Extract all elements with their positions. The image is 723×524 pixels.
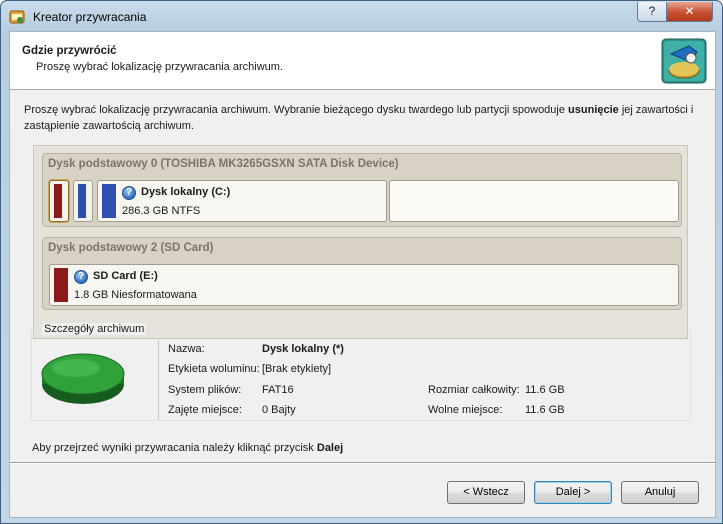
volume-value: [Brak etykiety] bbox=[262, 363, 332, 375]
disk-title: Dysk podstawowy 2 (SD Card) bbox=[48, 242, 214, 254]
volume-label: Etykieta woluminu: bbox=[168, 363, 260, 375]
partition-name: SD Card (E:) bbox=[93, 270, 158, 282]
cancel-button[interactable]: Anuluj bbox=[621, 481, 699, 504]
partition-color-bar bbox=[102, 184, 116, 218]
partition-color-bar bbox=[78, 184, 86, 218]
system-reserved-partition[interactable] bbox=[49, 180, 69, 222]
restore-wizard-icon bbox=[661, 38, 707, 84]
used-space-value: 0 Bajty bbox=[262, 404, 296, 416]
question-icon: ? bbox=[74, 270, 88, 284]
free-space-value: 11.6 GB bbox=[525, 404, 565, 416]
disk-group-2[interactable]: Dysk podstawowy 2 (SD Card) ? SD Card (E… bbox=[42, 237, 682, 310]
partition-info: 286.3 GB NTFS bbox=[122, 205, 201, 217]
archive-details-frame bbox=[31, 329, 691, 421]
partition-color-bar bbox=[54, 268, 68, 302]
help-button[interactable]: ? bbox=[637, 2, 667, 22]
partition-color-bar bbox=[54, 184, 62, 218]
name-label: Nazwa: bbox=[168, 343, 205, 355]
disk-title: Dysk podstawowy 0 (TOSHIBA MK3265GSXN SA… bbox=[48, 158, 399, 170]
close-button[interactable]: ✕ bbox=[666, 2, 713, 22]
total-size-value: 11.6 GB bbox=[525, 384, 565, 396]
disk-group-0[interactable]: Dysk podstawowy 0 (TOSHIBA MK3265GSXN SA… bbox=[42, 153, 682, 227]
back-button[interactable]: < Wstecz bbox=[447, 481, 525, 504]
hint-text: Aby przejrzeć wyniki przywracania należy… bbox=[32, 442, 343, 454]
page-subtitle: Proszę wybrać lokalizację przywracania a… bbox=[36, 61, 283, 73]
filesystem-label: System plików: bbox=[168, 384, 242, 396]
filesystem-value: FAT16 bbox=[262, 384, 294, 396]
partition-c-drive[interactable]: ? Dysk lokalny (C:) 286.3 GB NTFS bbox=[97, 180, 387, 222]
disk-icon bbox=[41, 353, 125, 404]
total-size-label: Rozmiar całkowity: bbox=[428, 384, 520, 396]
used-space-label: Zajęte miejsce: bbox=[168, 404, 242, 416]
partition-e-drive[interactable]: ? SD Card (E:) 1.8 GB Niesformatowana bbox=[49, 264, 679, 306]
partition-name: Dysk lokalny (C:) bbox=[141, 186, 231, 198]
disk-list-panel: Dysk podstawowy 0 (TOSHIBA MK3265GSXN SA… bbox=[33, 145, 688, 339]
intro-text-bold: usunięcie bbox=[568, 104, 619, 116]
hidden-partition[interactable] bbox=[73, 180, 93, 222]
hint-text-start: Aby przejrzeć wyniki przywracania należy… bbox=[32, 442, 317, 454]
free-space-label: Wolne miejsce: bbox=[428, 404, 503, 416]
partition-info: 1.8 GB Niesformatowana bbox=[74, 289, 197, 301]
intro-text-start: Proszę wybrać lokalizację przywracania a… bbox=[24, 104, 569, 116]
page-title: Gdzie przywrócić bbox=[22, 45, 117, 57]
details-divider bbox=[158, 340, 159, 420]
title-bar[interactable]: Kreator przywracania ? ✕ bbox=[1, 1, 722, 31]
hint-text-bold: Dalej bbox=[316, 442, 344, 454]
window-title: Kreator przywracania bbox=[33, 10, 147, 24]
archive-details-label: Szczegóły archiwum bbox=[42, 323, 147, 335]
name-value: Dysk lokalny (*) bbox=[262, 343, 344, 355]
wizard-body: Gdzie przywrócić Proszę wybrać lokalizac… bbox=[9, 31, 716, 518]
wizard-header: Gdzie przywrócić Proszę wybrać lokalizac… bbox=[10, 32, 715, 90]
footer-separator bbox=[10, 462, 715, 463]
next-button[interactable]: Dalej > bbox=[534, 481, 612, 504]
intro-text: Proszę wybrać lokalizację przywracania a… bbox=[24, 102, 710, 134]
unallocated-area[interactable] bbox=[389, 180, 679, 222]
question-icon: ? bbox=[122, 186, 136, 200]
dialog-window: Kreator przywracania ? ✕ Gdzie przywróci… bbox=[0, 0, 723, 524]
restore-wizard-app-icon bbox=[9, 10, 25, 24]
